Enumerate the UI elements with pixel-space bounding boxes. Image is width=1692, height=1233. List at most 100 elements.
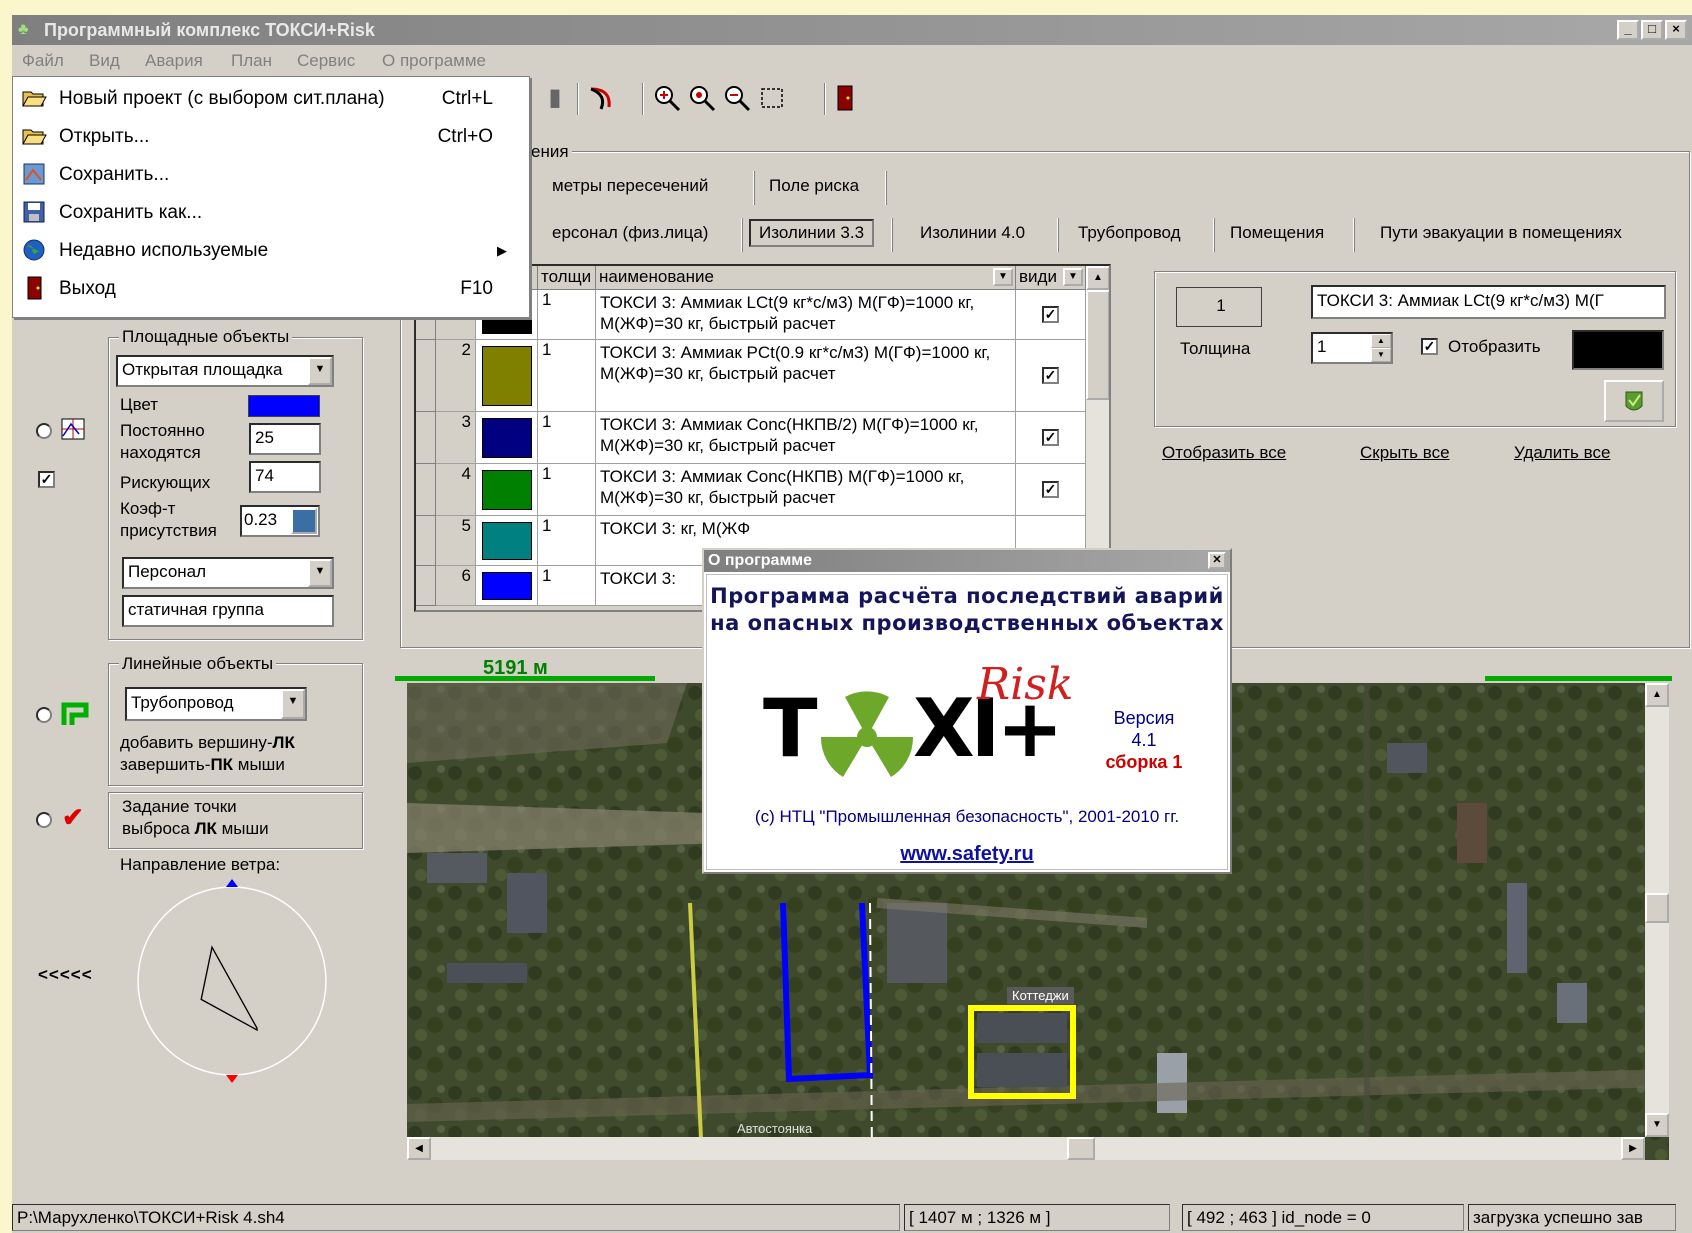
- tab-rooms[interactable]: Помещения: [1222, 222, 1332, 244]
- row-color-cell[interactable]: [476, 464, 538, 516]
- menu-file[interactable]: Файл: [22, 51, 64, 71]
- tool-icon[interactable]: ▮: [540, 83, 570, 113]
- row-name[interactable]: ТОКСИ 3: Аммиак LCt(9 кг*с/м3) М(ГФ)=100…: [596, 290, 1016, 340]
- hide-all-link[interactable]: Скрыть все: [1360, 443, 1450, 463]
- row-name[interactable]: ТОКСИ 3: Аммиак PCt(0.9 кг*с/м3) М(ГФ)=1…: [596, 340, 1016, 412]
- chevron-down-icon[interactable]: ▼: [308, 357, 332, 385]
- name-filter-dropdown-icon[interactable]: ▼: [993, 268, 1013, 286]
- maximize-button[interactable]: □: [1641, 20, 1663, 40]
- row-color-cell[interactable]: [476, 340, 538, 412]
- delete-all-link[interactable]: Удалить все: [1514, 443, 1610, 463]
- column-header-visible[interactable]: види ▼: [1016, 266, 1086, 290]
- tab-evacuation-paths[interactable]: Пути эвакуации в помещениях: [1372, 222, 1630, 244]
- visible-checkbox[interactable]: ✓: [1042, 481, 1059, 498]
- row-thickness[interactable]: 1: [538, 464, 596, 516]
- row-thickness[interactable]: 1: [538, 412, 596, 464]
- row-thickness[interactable]: 1: [538, 516, 596, 566]
- menu-item-save-as[interactable]: Сохранить как...: [13, 195, 529, 233]
- row-color-cell[interactable]: [476, 566, 538, 606]
- line-type-select[interactable]: Трубопровод ▼: [125, 687, 307, 721]
- row-number[interactable]: 6: [436, 566, 476, 606]
- menu-about[interactable]: О программе: [382, 51, 486, 71]
- line-mode-radio[interactable]: [36, 707, 52, 723]
- show-checkbox[interactable]: ✓: [1421, 338, 1438, 355]
- area-color-swatch[interactable]: [248, 395, 320, 417]
- apply-button[interactable]: [1604, 380, 1664, 422]
- tab-isolines-3-3[interactable]: Изолинии 3.3: [749, 219, 875, 247]
- row-thickness[interactable]: 1: [538, 340, 596, 412]
- spin-up-icon[interactable]: ▲: [1371, 334, 1391, 348]
- row-name[interactable]: ТОКСИ 3: Аммиак Conc(НКПВ) М(ГФ)=1000 кг…: [596, 464, 1016, 516]
- map-vscroll-thumb[interactable]: [1645, 893, 1669, 923]
- isoline-name-input[interactable]: ТОКСИ 3: Аммиак LCt(9 кг*с/м3) М(Г: [1311, 285, 1666, 319]
- map-vertical-scrollbar[interactable]: ▲ ▼: [1645, 683, 1669, 1137]
- row-number[interactable]: 5: [436, 516, 476, 566]
- column-header-thickness[interactable]: толщи: [538, 266, 596, 290]
- menu-item-recent[interactable]: Недавно используемые ▶: [13, 233, 529, 271]
- isoline-color-swatch[interactable]: [1572, 330, 1664, 370]
- spin-down-icon[interactable]: ▼: [1371, 348, 1391, 362]
- tab-personnel[interactable]: ерсонал (физ.лица): [544, 222, 716, 244]
- calculator-icon[interactable]: [291, 508, 317, 534]
- map-horizontal-scrollbar[interactable]: ◀ ▶: [407, 1137, 1645, 1160]
- select-rect-icon[interactable]: [757, 83, 787, 113]
- menu-item-open[interactable]: Открыть... Ctrl+O: [13, 119, 529, 157]
- column-header-name[interactable]: наименование ▼: [596, 266, 1016, 290]
- about-close-button[interactable]: ✕: [1208, 552, 1226, 569]
- row-visible-checkbox[interactable]: ✓: [1016, 464, 1086, 516]
- row-visible-checkbox[interactable]: ✓: [1016, 412, 1086, 464]
- row-thickness[interactable]: 1: [538, 566, 596, 606]
- zoom-in-icon[interactable]: [652, 83, 682, 113]
- visible-checkbox[interactable]: ✓: [1042, 429, 1059, 446]
- row-number[interactable]: 3: [436, 412, 476, 464]
- chevron-down-icon[interactable]: ▼: [308, 559, 332, 587]
- menu-item-exit[interactable]: Выход F10: [13, 271, 529, 309]
- minimize-button[interactable]: _: [1617, 20, 1639, 40]
- about-dialog-title[interactable]: О программе: [704, 550, 1230, 572]
- zoom-out-icon[interactable]: [722, 83, 752, 113]
- tab-intersection-params[interactable]: метры пересечений: [544, 175, 716, 197]
- map-scroll-right-icon[interactable]: ▶: [1621, 1137, 1645, 1160]
- zoom-fit-icon[interactable]: [687, 83, 717, 113]
- area-enable-checkbox[interactable]: ✓: [38, 471, 55, 488]
- personnel-select[interactable]: Персонал ▼: [122, 557, 334, 589]
- show-all-link[interactable]: Отобразить все: [1162, 443, 1286, 463]
- tab-pipeline[interactable]: Трубопровод: [1070, 222, 1189, 244]
- website-link[interactable]: www.safety.ru: [707, 843, 1227, 866]
- row-number[interactable]: 4: [436, 464, 476, 516]
- map-scroll-down-icon[interactable]: ▼: [1645, 1113, 1669, 1137]
- close-button[interactable]: ×: [1665, 20, 1687, 40]
- menu-service[interactable]: Сервис: [297, 51, 355, 71]
- visible-checkbox[interactable]: ✓: [1042, 306, 1059, 323]
- row-color-cell[interactable]: [476, 516, 538, 566]
- wind-rose[interactable]: [132, 875, 332, 1090]
- visible-filter-dropdown-icon[interactable]: ▼: [1063, 268, 1083, 286]
- menu-item-new-project[interactable]: Новый проект (с выбором сит.плана) Ctrl+…: [13, 81, 529, 119]
- row-thickness[interactable]: 1: [538, 290, 596, 340]
- menu-accident[interactable]: Авария: [145, 51, 203, 71]
- row-visible-checkbox[interactable]: ✓: [1016, 290, 1086, 340]
- redo-arrow-icon[interactable]: [587, 83, 617, 113]
- release-mode-radio[interactable]: [36, 812, 52, 828]
- title-bar[interactable]: ♣ Программный комплекс ТОКСИ+Risk _ □ ×: [12, 15, 1692, 45]
- area-type-select[interactable]: Открытая площадка ▼: [116, 355, 334, 387]
- scroll-up-icon[interactable]: ▲: [1086, 266, 1109, 290]
- permanent-input[interactable]: 25: [249, 423, 321, 455]
- menu-item-save[interactable]: Сохранить...: [13, 157, 529, 195]
- group-input[interactable]: статичная группа: [122, 595, 334, 627]
- row-visible-checkbox[interactable]: ✓: [1016, 340, 1086, 412]
- exit-door-icon[interactable]: [830, 83, 860, 113]
- row-color-cell[interactable]: [476, 412, 538, 464]
- row-number[interactable]: 2: [436, 340, 476, 412]
- chevron-down-icon[interactable]: ▼: [281, 689, 305, 719]
- visible-checkbox[interactable]: ✓: [1042, 367, 1059, 384]
- scroll-thumb[interactable]: [1086, 290, 1109, 400]
- risk-input[interactable]: 74: [249, 461, 321, 493]
- tab-risk-field[interactable]: Поле риска: [761, 175, 867, 197]
- coef-input[interactable]: 0.23: [240, 505, 320, 537]
- menu-plan[interactable]: План: [231, 51, 272, 71]
- area-mode-radio[interactable]: [36, 423, 52, 439]
- thickness-spinner[interactable]: 1 ▲ ▼: [1311, 332, 1393, 364]
- tab-isolines-4-0[interactable]: Изолинии 4.0: [912, 222, 1033, 244]
- map-hscroll-thumb[interactable]: [1067, 1137, 1095, 1160]
